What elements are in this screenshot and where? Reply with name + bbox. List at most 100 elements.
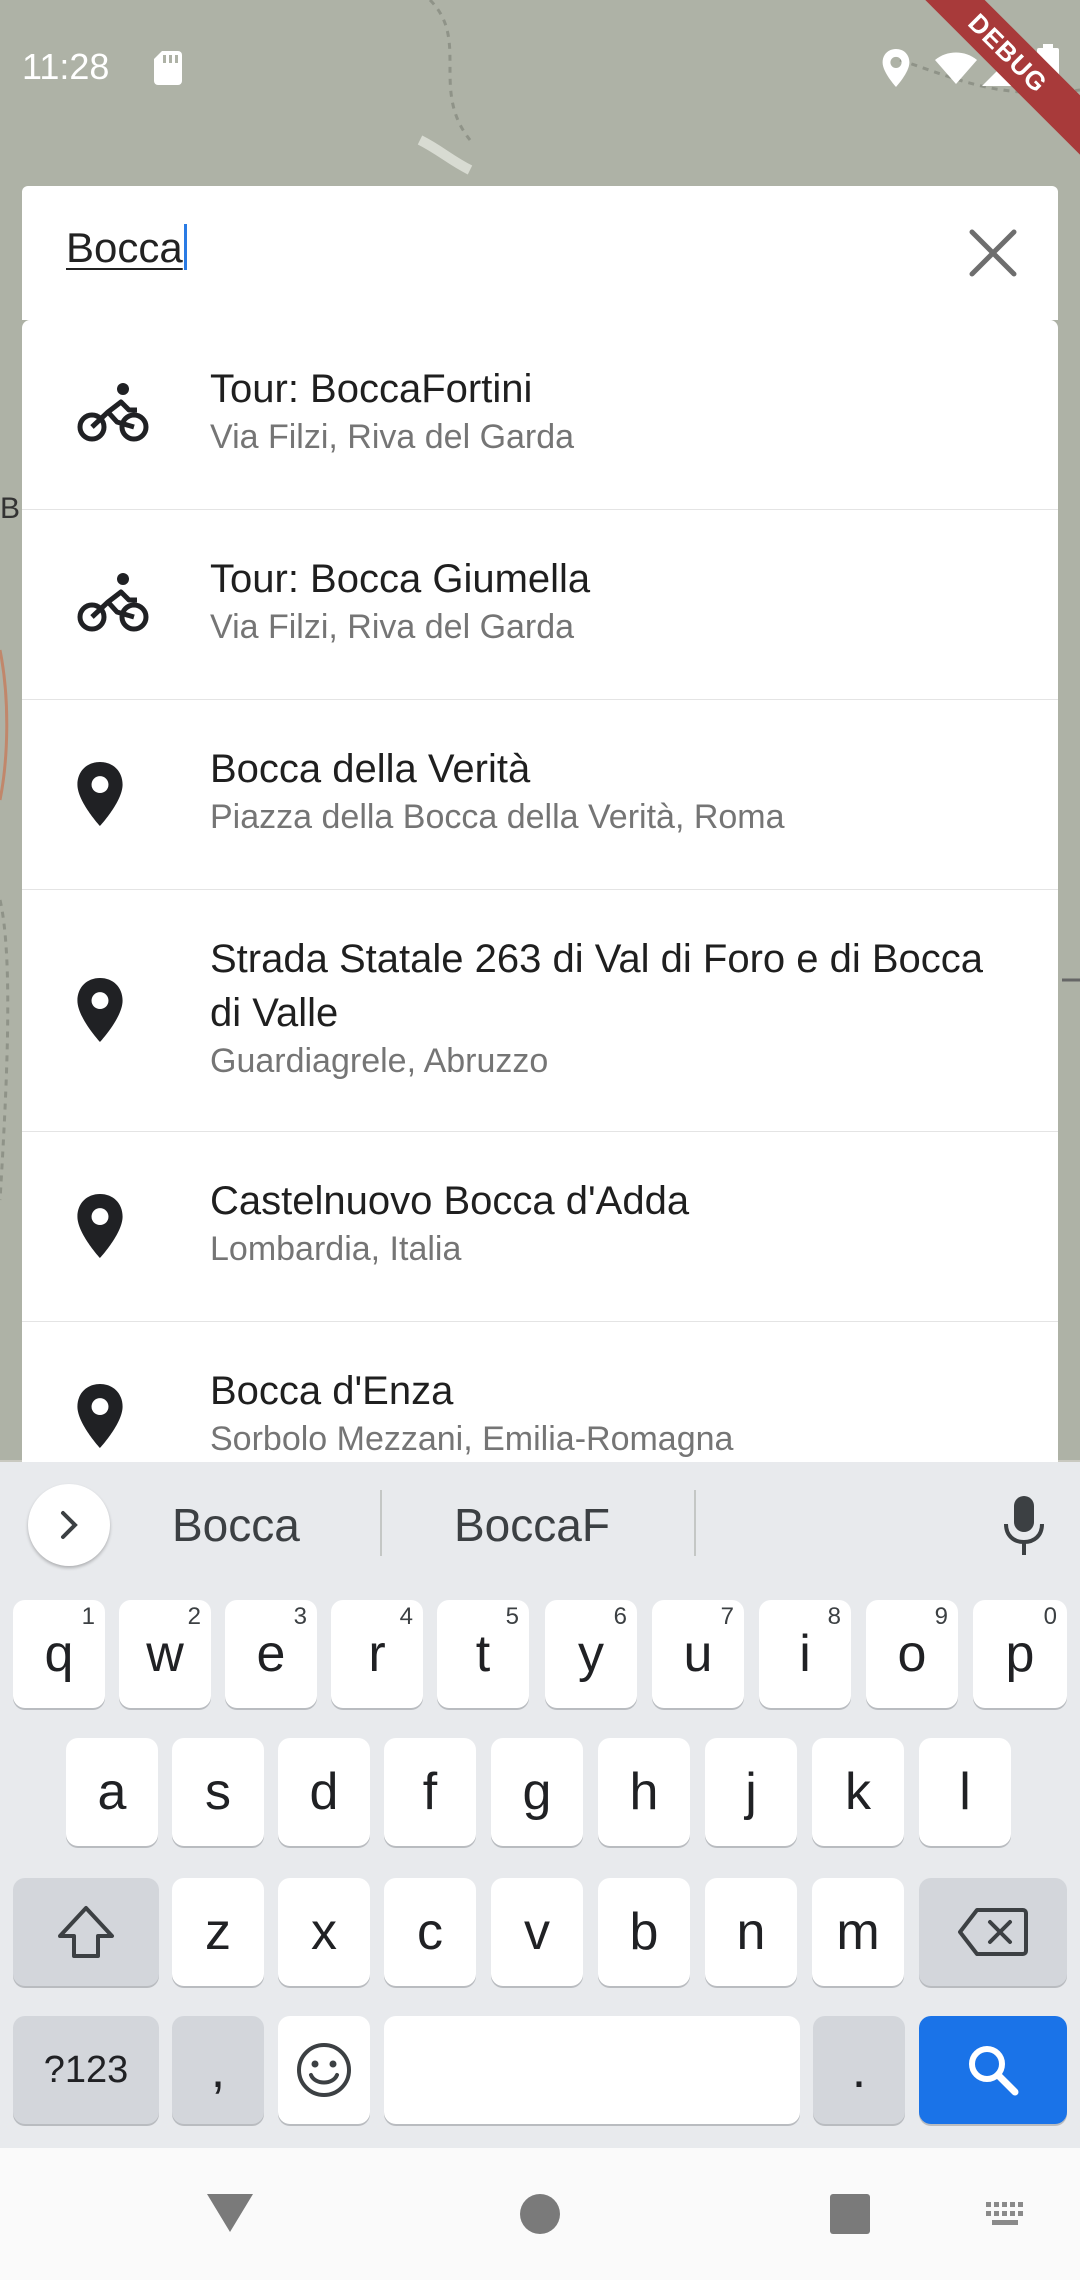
key-hint: 7 [720,1603,734,1630]
soft-keyboard: Bocca BoccaF q1 w2 e3 r4 t5 y6 u7 i8 o9 … [0,1462,1080,2148]
result-subtitle: Via Filzi, Riva del Garda [210,418,575,456]
result-subtitle: Piazza della Bocca della Verità, Roma [210,798,785,836]
search-action-key[interactable] [919,2016,1067,2124]
result-title: Bocca della Verità [210,747,531,791]
result-item[interactable]: Strada Statale 263 di Val di Foro e di B… [22,890,1058,1132]
place-icon [77,1194,123,1258]
symbols-key[interactable]: ?123 [13,2016,159,2124]
key-o[interactable]: o9 [866,1600,958,1708]
key-y[interactable]: y6 [545,1600,637,1708]
search-input[interactable]: Bocca [66,224,187,272]
system-navigation-bar [0,2148,1080,2280]
result-subtitle: Lombardia, Italia [210,1230,462,1268]
key-g[interactable]: g [491,1738,583,1846]
chevron-right-icon [61,1511,78,1539]
recents-icon[interactable] [828,2192,872,2236]
key-r[interactable]: r4 [331,1600,423,1708]
result-subtitle: Guardiagrele, Abruzzo [210,1042,549,1080]
home-icon[interactable] [518,2192,562,2236]
key-label: g [522,1763,552,1821]
key-p[interactable]: p0 [973,1600,1067,1708]
microphone-icon[interactable] [1000,1496,1048,1556]
key-h[interactable]: h [598,1738,690,1846]
shift-key[interactable] [13,1878,159,1986]
key-d[interactable]: d [278,1738,370,1846]
key-a[interactable]: a [66,1738,158,1846]
suggestion-2[interactable]: BoccaF [454,1498,610,1552]
key-q[interactable]: q1 [13,1600,105,1708]
place-icon [77,762,123,826]
clear-search-button[interactable] [962,222,1024,284]
key-hint: 9 [934,1603,948,1630]
key-l[interactable]: l [919,1738,1011,1846]
key-label: q [44,1625,74,1683]
key-j[interactable]: j [705,1738,797,1846]
period-key[interactable]: . [813,2016,905,2124]
key-label: y [578,1625,604,1683]
key-s[interactable]: s [172,1738,264,1846]
key-z[interactable]: z [172,1878,264,1986]
text-caret [183,224,187,270]
result-item[interactable]: Bocca della Verità Piazza della Bocca de… [22,700,1058,890]
key-n[interactable]: n [705,1878,797,1986]
key-label: a [97,1763,127,1821]
key-label: k [845,1763,871,1821]
key-label: j [745,1763,757,1821]
bicycle-icon [77,383,149,442]
search-bar: Bocca [22,186,1058,320]
result-title: Tour: BoccaFortini [210,367,533,411]
keyboard-toolbar-expand-button[interactable] [28,1484,110,1566]
key-label: l [959,1763,971,1821]
key-hint: 3 [293,1603,307,1630]
search-query-text: Bocca [66,224,183,271]
suggestion-1[interactable]: Bocca [172,1498,300,1552]
key-label: s [205,1763,231,1821]
result-item[interactable]: Tour: BoccaFortini Via Filzi, Riva del G… [22,320,1058,510]
sd-card-icon [154,51,182,85]
backspace-icon [958,1908,1028,1956]
result-title: Bocca d'Enza [210,1369,454,1413]
result-title: Tour: Bocca Giumella [210,557,591,601]
emoji-key[interactable] [278,2016,370,2124]
result-item[interactable]: Tour: Bocca Giumella Via Filzi, Riva del… [22,510,1058,700]
key-label: n [736,1903,766,1961]
key-e[interactable]: e3 [225,1600,317,1708]
key-hint: 4 [399,1603,413,1630]
search-icon [969,2046,1019,2096]
result-title: Castelnuovo Bocca d'Adda [210,1179,690,1223]
key-w[interactable]: w2 [119,1600,211,1708]
result-item[interactable]: Castelnuovo Bocca d'Adda Lombardia, Ital… [22,1132,1058,1322]
key-x[interactable]: x [278,1878,370,1986]
key-i[interactable]: i8 [759,1600,851,1708]
key-t[interactable]: t5 [437,1600,529,1708]
map-edge-label: B [0,492,21,525]
result-item[interactable]: Bocca d'Enza Sorbolo Mezzani, Emilia-Rom… [22,1322,1058,1462]
status-bar: 11:28 DEBUG [0,0,1080,160]
key-label: ?123 [43,2049,129,2091]
keyboard-switch-icon[interactable] [984,2200,1030,2228]
key-label: t [475,1625,491,1683]
key-label: z [205,1903,231,1961]
suggestion-divider [380,1490,382,1556]
key-hint: 0 [1043,1603,1057,1630]
key-k[interactable]: k [812,1738,904,1846]
key-label: u [683,1625,713,1683]
key-c[interactable]: c [384,1878,476,1986]
key-label: b [629,1903,659,1961]
wifi-icon [935,52,977,84]
key-f[interactable]: f [384,1738,476,1846]
place-icon [77,1384,123,1448]
backspace-key[interactable] [919,1878,1067,1986]
key-label: d [309,1763,339,1821]
key-label: r [368,1625,386,1683]
key-hint: 8 [827,1603,841,1630]
key-m[interactable]: m [812,1878,904,1986]
key-b[interactable]: b [598,1878,690,1986]
back-icon[interactable] [205,2192,255,2234]
comma-key[interactable]: , [172,2016,264,2124]
key-u[interactable]: u7 [652,1600,744,1708]
key-label: h [629,1763,659,1821]
key-label: o [897,1625,927,1683]
key-v[interactable]: v [491,1878,583,1986]
space-key[interactable] [384,2016,800,2124]
